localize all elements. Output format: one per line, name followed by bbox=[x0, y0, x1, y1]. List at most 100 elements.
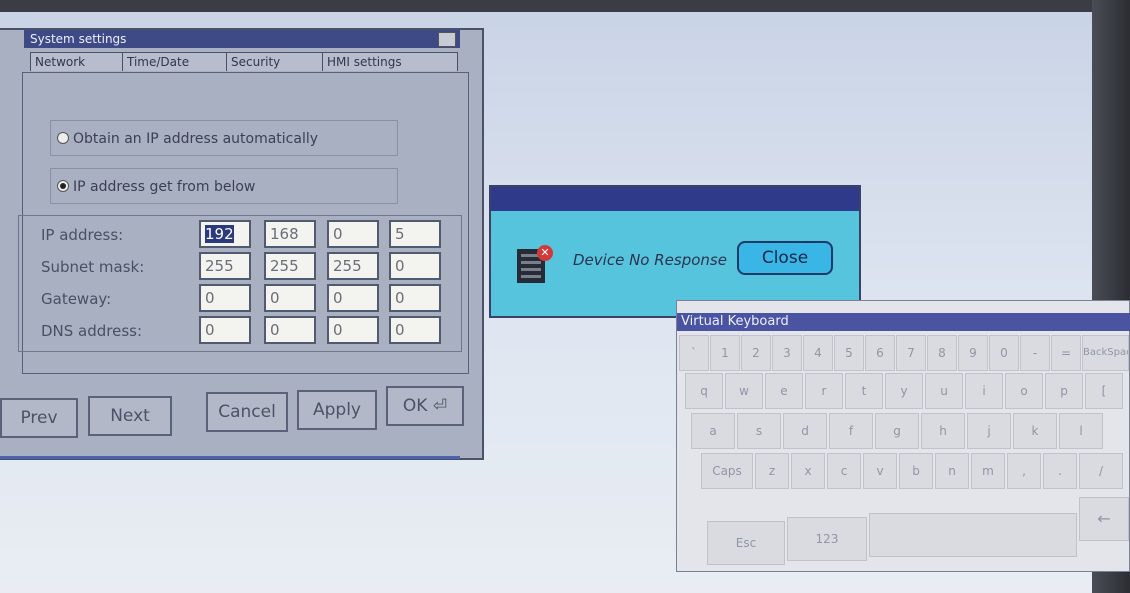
key-y[interactable]: y bbox=[885, 373, 923, 409]
subnet-mask-octet-4[interactable]: 0 bbox=[389, 252, 441, 280]
popup-title-bar bbox=[491, 187, 859, 211]
key-o[interactable]: o bbox=[1005, 373, 1043, 409]
gateway-octet-3[interactable]: 0 bbox=[327, 284, 379, 312]
ip-settings-group: IP address: 192 168 0 5 Subnet mask: 255… bbox=[18, 215, 462, 352]
key-f[interactable]: f bbox=[829, 413, 873, 449]
key-5[interactable]: 5 bbox=[834, 335, 864, 371]
key-k[interactable]: k bbox=[1013, 413, 1057, 449]
subnet-mask-octet-3[interactable]: 255 bbox=[327, 252, 379, 280]
dns-octet-4[interactable]: 0 bbox=[389, 316, 441, 344]
key-t[interactable]: t bbox=[845, 373, 883, 409]
popup-message: Device No Response bbox=[573, 251, 727, 269]
key-b[interactable]: b bbox=[899, 453, 933, 489]
key-7[interactable]: 7 bbox=[896, 335, 926, 371]
dialog-title: System settings bbox=[24, 30, 460, 48]
key-minus[interactable]: - bbox=[1020, 335, 1050, 371]
subnet-mask-octet-2[interactable]: 255 bbox=[264, 252, 316, 280]
key-n[interactable]: n bbox=[935, 453, 969, 489]
key-0[interactable]: 0 bbox=[989, 335, 1019, 371]
ip-address-octet-3[interactable]: 0 bbox=[327, 220, 379, 248]
key-period[interactable]: . bbox=[1043, 453, 1077, 489]
key-u[interactable]: u bbox=[925, 373, 963, 409]
key-equals[interactable]: = bbox=[1051, 335, 1081, 371]
radio-obtain-ip-auto[interactable]: Obtain an IP address automatically bbox=[50, 120, 398, 156]
key-d[interactable]: d bbox=[783, 413, 827, 449]
virtual-keyboard: Virtual Keyboard ` 1 2 3 4 5 6 7 8 9 0 -… bbox=[676, 300, 1130, 572]
ip-address-label: IP address: bbox=[41, 226, 124, 244]
radio-ip-manual[interactable]: IP address get from below bbox=[50, 168, 398, 204]
tab-hmi-settings[interactable]: HMI settings bbox=[322, 52, 458, 71]
key-2[interactable]: 2 bbox=[741, 335, 771, 371]
key-backtick[interactable]: ` bbox=[679, 335, 709, 371]
key-a[interactable]: a bbox=[691, 413, 735, 449]
key-8[interactable]: 8 bbox=[927, 335, 957, 371]
ok-button[interactable]: OK ⏎ bbox=[386, 386, 464, 426]
key-4[interactable]: 4 bbox=[803, 335, 833, 371]
radio-manual-label: IP address get from below bbox=[73, 179, 256, 195]
apply-button[interactable]: Apply bbox=[297, 390, 377, 430]
key-slash[interactable]: / bbox=[1079, 453, 1123, 489]
dns-address-label: DNS address: bbox=[41, 322, 143, 340]
gateway-octet-1[interactable]: 0 bbox=[199, 284, 251, 312]
key-m[interactable]: m bbox=[971, 453, 1005, 489]
ip-address-octet-4[interactable]: 5 bbox=[389, 220, 441, 248]
key-c[interactable]: c bbox=[827, 453, 861, 489]
dialog-bottom-border bbox=[0, 456, 460, 459]
key-h[interactable]: h bbox=[921, 413, 965, 449]
dns-octet-3[interactable]: 0 bbox=[327, 316, 379, 344]
radio-button-selected-icon[interactable] bbox=[57, 180, 69, 192]
subnet-mask-octet-1[interactable]: 255 bbox=[199, 252, 251, 280]
key-v[interactable]: v bbox=[863, 453, 897, 489]
cancel-button[interactable]: Cancel bbox=[206, 392, 288, 432]
device-no-response-popup: ✕ Device No Response Close bbox=[489, 185, 861, 318]
next-button[interactable]: Next bbox=[88, 396, 172, 436]
key-w[interactable]: w bbox=[725, 373, 763, 409]
gateway-octet-2[interactable]: 0 bbox=[264, 284, 316, 312]
key-comma[interactable]: , bbox=[1007, 453, 1041, 489]
key-123[interactable]: 123 bbox=[787, 517, 867, 561]
key-space[interactable] bbox=[869, 513, 1077, 557]
key-1[interactable]: 1 bbox=[710, 335, 740, 371]
gateway-label: Gateway: bbox=[41, 290, 112, 308]
key-enter-arrow[interactable]: ← bbox=[1079, 497, 1129, 541]
key-p[interactable]: p bbox=[1045, 373, 1083, 409]
key-s[interactable]: s bbox=[737, 413, 781, 449]
prev-button[interactable]: Prev bbox=[0, 398, 78, 438]
ip-address-octet-1[interactable]: 192 bbox=[199, 220, 251, 248]
key-i[interactable]: i bbox=[965, 373, 1003, 409]
dialog-close-icon[interactable] bbox=[438, 32, 456, 47]
monitor-bezel-top bbox=[0, 0, 1130, 12]
ip-address-octet-2[interactable]: 168 bbox=[264, 220, 316, 248]
key-left-bracket[interactable]: [ bbox=[1085, 373, 1123, 409]
key-backspace[interactable]: BackSpace bbox=[1082, 335, 1129, 371]
tab-security[interactable]: Security bbox=[226, 52, 328, 71]
gateway-octet-4[interactable]: 0 bbox=[389, 284, 441, 312]
key-caps[interactable]: Caps bbox=[701, 453, 753, 489]
tab-network[interactable]: Network bbox=[30, 52, 128, 71]
key-x[interactable]: x bbox=[791, 453, 825, 489]
key-g[interactable]: g bbox=[875, 413, 919, 449]
error-badge-icon: ✕ bbox=[537, 245, 553, 261]
key-z[interactable]: z bbox=[755, 453, 789, 489]
radio-auto-label: Obtain an IP address automatically bbox=[73, 131, 319, 147]
key-9[interactable]: 9 bbox=[958, 335, 988, 371]
key-6[interactable]: 6 bbox=[865, 335, 895, 371]
key-q[interactable]: q bbox=[685, 373, 723, 409]
dns-octet-1[interactable]: 0 bbox=[199, 316, 251, 344]
key-r[interactable]: r bbox=[805, 373, 843, 409]
dialog-title-text: System settings bbox=[30, 32, 127, 46]
system-settings-dialog: System settings Network Time/Date Securi… bbox=[0, 28, 484, 460]
key-esc[interactable]: Esc bbox=[707, 521, 785, 565]
key-3[interactable]: 3 bbox=[772, 335, 802, 371]
key-e[interactable]: e bbox=[765, 373, 803, 409]
settings-tabs: Network Time/Date Security HMI settings bbox=[30, 52, 460, 72]
radio-button-icon[interactable] bbox=[57, 132, 69, 144]
keyboard-title: Virtual Keyboard bbox=[677, 313, 1130, 331]
tab-time-date[interactable]: Time/Date bbox=[122, 52, 232, 71]
subnet-mask-label: Subnet mask: bbox=[41, 258, 145, 276]
dns-octet-2[interactable]: 0 bbox=[264, 316, 316, 344]
key-l[interactable]: l bbox=[1059, 413, 1103, 449]
ip-octet-1-value: 192 bbox=[205, 225, 234, 243]
popup-close-button[interactable]: Close bbox=[737, 241, 833, 275]
key-j[interactable]: j bbox=[967, 413, 1011, 449]
